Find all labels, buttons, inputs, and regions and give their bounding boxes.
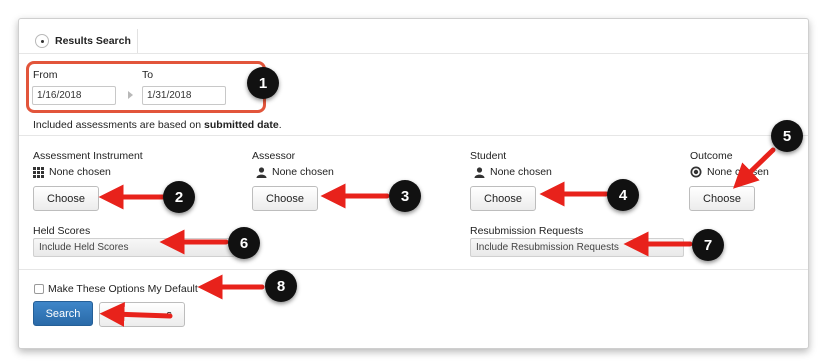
submitted-date-note: Included assessments are based on submit… xyxy=(33,119,282,131)
held-scores-label: Held Scores xyxy=(33,225,91,237)
assessor-label: Assessor xyxy=(252,150,296,162)
callout-badge-6: 6 xyxy=(228,227,260,259)
resubmission-select[interactable]: Include Resubmission Requests xyxy=(470,238,684,257)
tab-label: Results Search xyxy=(55,35,131,47)
secondary-button[interactable]: s xyxy=(99,302,185,327)
choose-outcome-button[interactable]: Choose xyxy=(689,186,755,211)
student-value: None chosen xyxy=(474,166,552,178)
radio-icon xyxy=(35,34,49,48)
from-date-input[interactable]: 1/16/2018 xyxy=(32,86,116,105)
to-date-input[interactable]: 1/31/2018 xyxy=(142,86,226,105)
callout-badge-8: 8 xyxy=(265,270,297,302)
held-scores-select[interactable]: Include Held Scores xyxy=(33,238,235,257)
outcome-label: Outcome xyxy=(690,150,733,162)
student-label: Student xyxy=(470,150,507,162)
assessor-value: None chosen xyxy=(256,166,334,178)
default-options-label: Make These Options My Default xyxy=(48,283,198,295)
tab-results-search[interactable]: Results Search xyxy=(29,29,138,53)
callout-badge-3: 3 xyxy=(389,180,421,212)
callout-badge-5: 5 xyxy=(771,120,803,152)
person-icon xyxy=(256,166,267,178)
person-icon xyxy=(474,166,485,178)
assessment-instrument-value: None chosen xyxy=(33,166,111,178)
grid-icon xyxy=(33,166,44,178)
from-label: From xyxy=(33,69,58,81)
callout-badge-7: 7 xyxy=(692,229,724,261)
section-divider-1 xyxy=(19,135,808,136)
callout-badge-1: 1 xyxy=(247,67,279,99)
section-divider-2 xyxy=(19,269,808,270)
choose-assessor-button[interactable]: Choose xyxy=(252,186,318,211)
callout-badge-4: 4 xyxy=(607,179,639,211)
tab-divider xyxy=(19,53,808,54)
choose-student-button[interactable]: Choose xyxy=(470,186,536,211)
outcome-value: None chosen xyxy=(690,166,769,178)
search-button[interactable]: Search xyxy=(33,301,93,326)
callout-badge-2: 2 xyxy=(163,181,195,213)
assessment-instrument-label: Assessment Instrument xyxy=(33,150,143,162)
range-separator-icon xyxy=(128,91,133,99)
target-icon xyxy=(690,166,702,178)
default-options-checkbox[interactable] xyxy=(34,284,44,294)
resubmission-label: Resubmission Requests xyxy=(470,225,584,237)
to-label: To xyxy=(142,69,154,81)
choose-assessment-instrument-button[interactable]: Choose xyxy=(33,186,99,211)
